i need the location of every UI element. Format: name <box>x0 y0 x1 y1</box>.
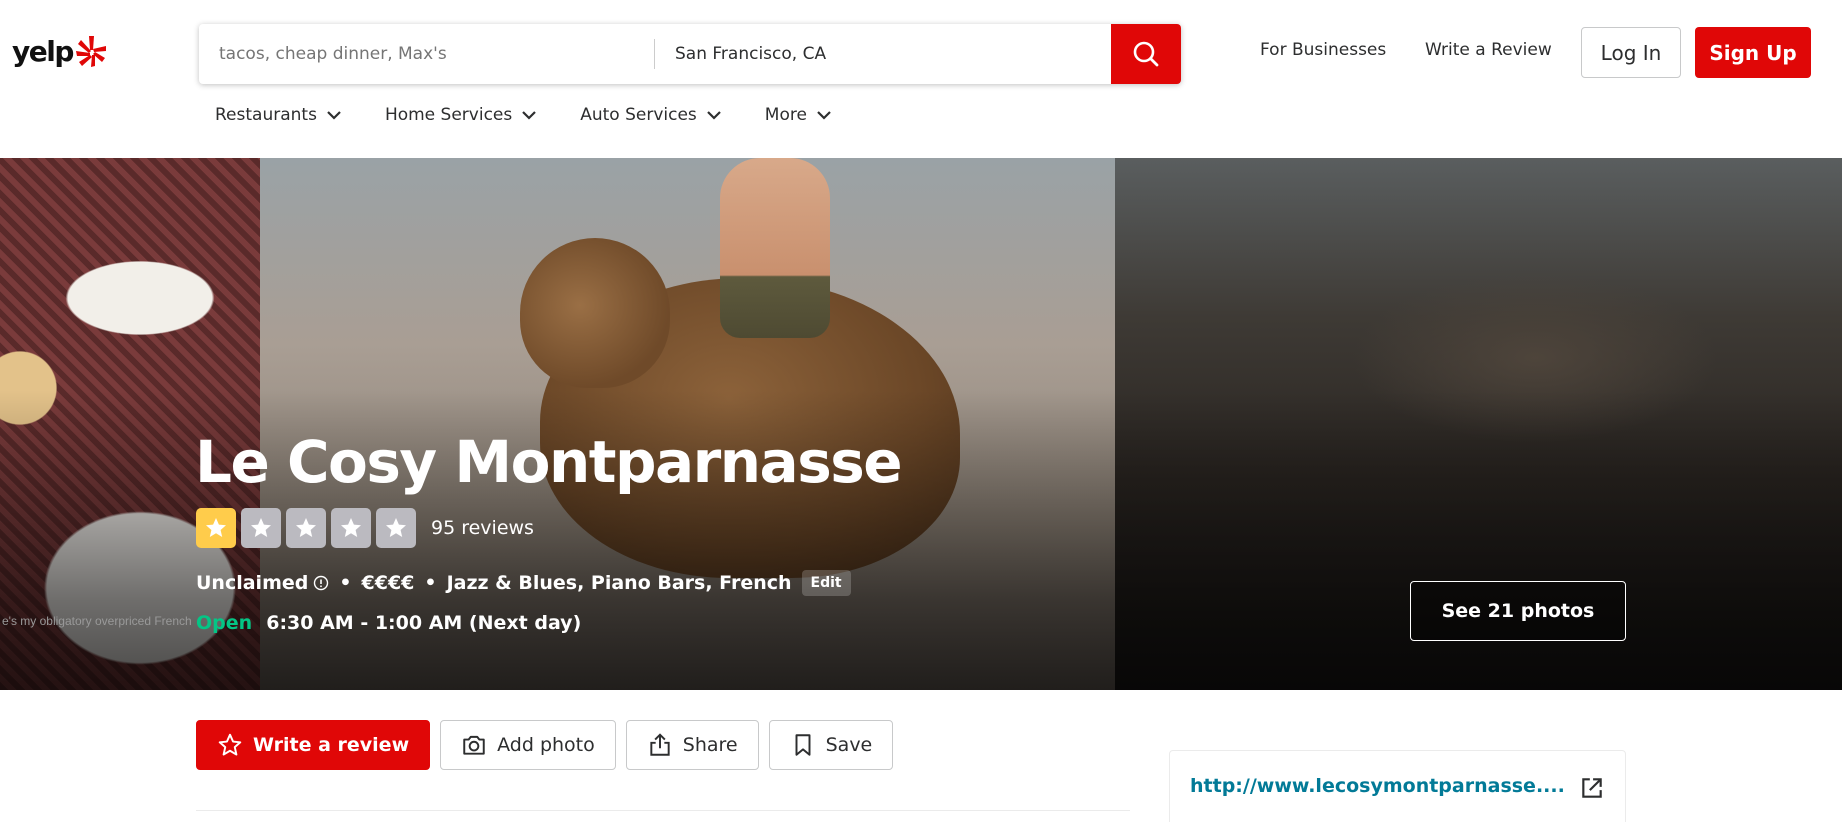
search-button[interactable] <box>1111 24 1181 84</box>
star-icon <box>376 508 416 548</box>
website-card: http://www.lecosymontparnasse.... <box>1169 750 1626 822</box>
business-name: Le Cosy Montparnasse <box>195 428 903 496</box>
write-review-button[interactable]: Write a review <box>196 720 431 770</box>
save-button[interactable]: Save <box>768 720 894 770</box>
log-in-button[interactable]: Log In <box>1581 27 1681 78</box>
camera-icon <box>463 735 485 755</box>
yelp-logo[interactable]: yelp <box>12 34 107 68</box>
star-icon <box>241 508 281 548</box>
star-icon <box>218 733 242 756</box>
info-icon[interactable] <box>313 575 329 591</box>
nav-item-auto-services[interactable]: Auto Services <box>580 105 721 125</box>
save-label: Save <box>825 734 873 756</box>
sign-up-button[interactable]: Sign Up <box>1695 27 1811 78</box>
nav-item-restaurants[interactable]: Restaurants <box>215 105 341 125</box>
star-icon <box>196 508 236 548</box>
star-rating: 95 reviews <box>196 508 534 548</box>
search-input[interactable] <box>199 24 654 84</box>
nav-item-label: More <box>764 105 807 125</box>
see-photos-button[interactable]: See 21 photos <box>1410 581 1626 641</box>
price-range: €€€€ <box>361 572 415 594</box>
search-bar <box>199 24 1181 84</box>
business-info-line: Unclaimed • €€€€ • Jazz & Blues, Piano B… <box>196 570 851 596</box>
chevron-down-icon <box>817 111 831 120</box>
category-nav: Restaurants Home Services Auto Services … <box>215 105 875 125</box>
nav-item-label: Restaurants <box>215 105 317 125</box>
share-icon <box>650 733 670 756</box>
search-icon <box>1133 41 1159 67</box>
write-review-link[interactable]: Write a Review <box>1425 40 1552 60</box>
business-hours: Open 6:30 AM - 1:00 AM (Next day) <box>196 612 581 634</box>
write-review-label: Write a review <box>253 734 410 756</box>
star-icon <box>286 508 326 548</box>
open-status: Open <box>196 612 253 634</box>
hours-text: 6:30 AM - 1:00 AM (Next day) <box>266 612 582 634</box>
bookmark-icon <box>795 734 811 756</box>
for-businesses-link[interactable]: For Businesses <box>1260 40 1386 60</box>
chevron-down-icon <box>327 111 341 120</box>
share-button[interactable]: Share <box>625 720 759 770</box>
nav-item-home-services[interactable]: Home Services <box>384 105 537 125</box>
external-link-icon[interactable] <box>1579 775 1605 801</box>
site-header: yelp For Businesses Write a Review Log <box>0 0 1842 158</box>
claim-status: Unclaimed <box>196 572 309 594</box>
star-icon <box>331 508 371 548</box>
hero-photos: e's my obligatory overpriced French Le C… <box>0 158 1842 690</box>
action-bar: Write a review Add photo Share Save <box>196 720 903 770</box>
share-label: Share <box>682 734 738 756</box>
edit-categories-button[interactable]: Edit <box>801 570 851 596</box>
rider-shape <box>720 158 830 338</box>
add-photo-button[interactable]: Add photo <box>440 720 616 770</box>
reviews-count-link[interactable]: 95 reviews <box>431 517 534 539</box>
location-input[interactable] <box>655 24 1110 84</box>
separator-dot: • <box>424 572 437 594</box>
nav-item-more[interactable]: More <box>765 105 831 125</box>
nav-item-label: Auto Services <box>580 105 697 125</box>
chevron-down-icon <box>707 111 721 120</box>
nav-item-label: Home Services <box>384 105 513 125</box>
yelp-burst-icon <box>75 36 106 67</box>
separator-dot: • <box>339 572 352 594</box>
add-photo-label: Add photo <box>497 734 595 756</box>
chevron-down-icon <box>522 111 537 120</box>
logo-text: yelp <box>12 34 74 68</box>
business-categories[interactable]: Jazz & Blues, Piano Bars, French <box>447 572 792 594</box>
bear-head-shape <box>520 238 670 388</box>
website-link[interactable]: http://www.lecosymontparnasse.... <box>1190 775 1565 815</box>
section-divider <box>196 810 1130 811</box>
